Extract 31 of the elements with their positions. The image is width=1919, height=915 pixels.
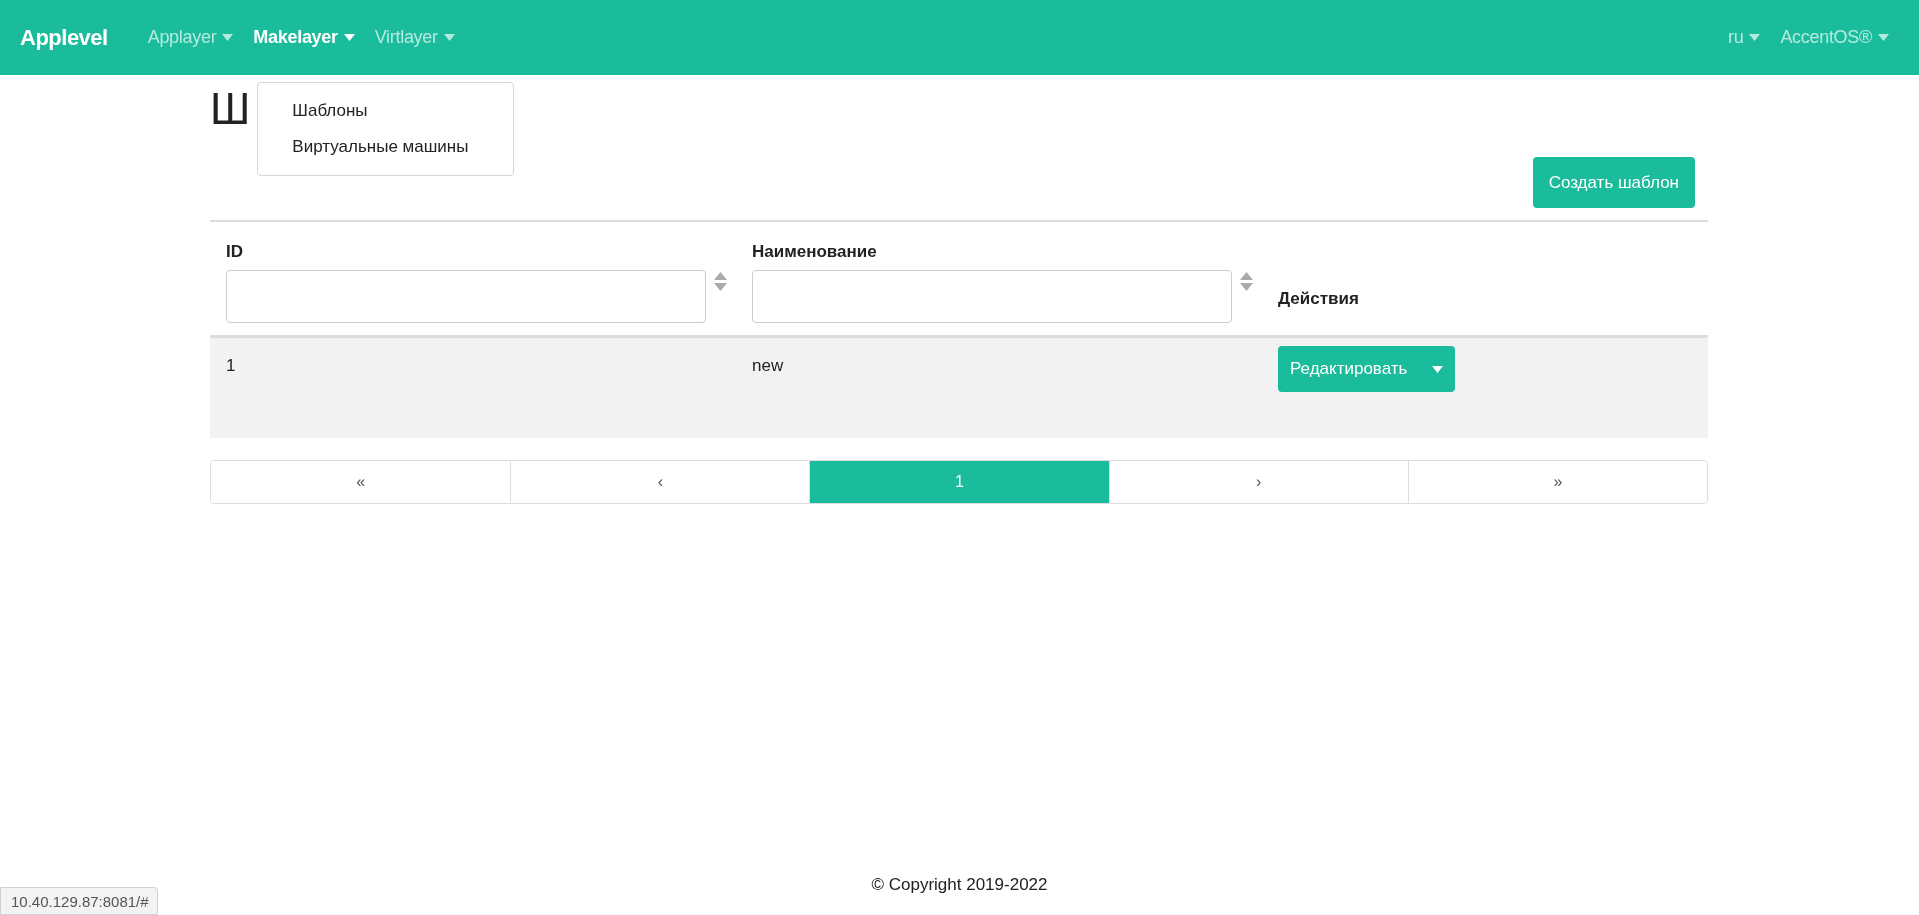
page-link[interactable]: » [1407, 461, 1707, 503]
nav-menu[interactable]: Applayer [137, 27, 244, 48]
column-header: Действия [1278, 289, 1360, 309]
brand-logo[interactable]: Applevel [20, 24, 108, 51]
caret-icon [222, 34, 234, 41]
column-header: ID [226, 242, 244, 262]
page-title: Ш [210, 83, 251, 135]
column-header: Наименование [752, 242, 878, 262]
filter-field[interactable] [226, 270, 706, 323]
table-cell-text: new [751, 355, 785, 377]
caret-icon [443, 34, 455, 41]
nav-menu[interactable]: Makelayer [243, 27, 365, 48]
caret-icon [343, 34, 355, 41]
sort-icon[interactable] [1240, 272, 1253, 292]
filter-field[interactable] [752, 270, 1232, 323]
dropdown-item[interactable]: Виртуальные машины [258, 129, 514, 165]
edit-button[interactable]: Редактировать [1278, 346, 1420, 392]
caret-icon [1431, 365, 1443, 373]
nav-menu[interactable]: ru [1718, 27, 1771, 48]
caret-icon [1878, 34, 1889, 41]
sort-icon[interactable] [714, 272, 727, 292]
nav-menu[interactable]: Virtlayer [364, 27, 465, 48]
dropdown-item[interactable]: Шаблоны [258, 93, 514, 129]
page-link[interactable]: 1 [809, 461, 1109, 503]
status-url: 10.40.129.87:8081/# [0, 887, 158, 915]
copyright-text: © Copyright 2019-2022 [871, 875, 1048, 895]
dropdown-toggle[interactable] [1419, 346, 1456, 392]
nav-menu[interactable]: AccentOS® [1770, 27, 1899, 48]
table-cell-text: 1 [225, 355, 237, 377]
create-button[interactable]: Создать шаблон [1532, 157, 1695, 208]
caret-icon [1749, 34, 1761, 41]
